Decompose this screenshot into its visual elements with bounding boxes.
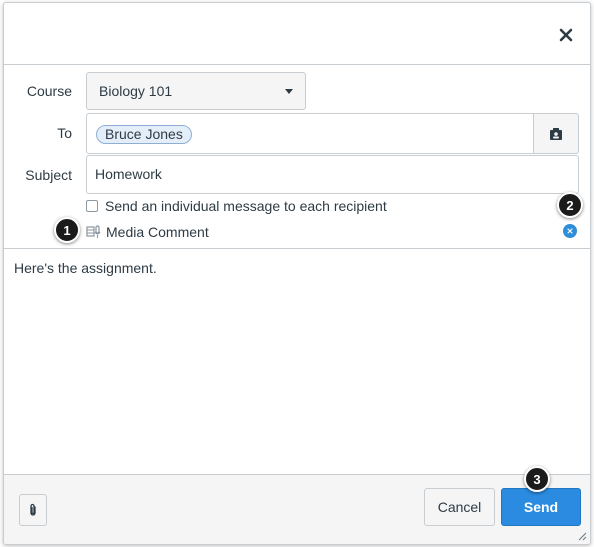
dialog-footer: Cancel Send xyxy=(4,474,590,544)
callout-badge-1: 1 xyxy=(54,217,80,243)
compose-message-dialog: Course Biology 101 To Bruce Jones Subjec… xyxy=(3,2,591,545)
to-label: To xyxy=(57,125,72,141)
individual-message-checkbox[interactable] xyxy=(86,200,98,212)
resize-grip-icon[interactable] xyxy=(577,531,587,541)
subject-input[interactable]: Homework xyxy=(86,155,579,194)
message-body[interactable]: Here's the assignment. xyxy=(14,260,157,276)
remove-x-icon xyxy=(567,228,573,234)
course-select-value: Biology 101 xyxy=(99,83,173,99)
close-icon xyxy=(559,28,573,42)
close-button[interactable] xyxy=(554,23,578,47)
recipient-token[interactable]: Bruce Jones xyxy=(96,125,192,144)
cancel-button[interactable]: Cancel xyxy=(424,488,495,526)
dialog-titlebar xyxy=(4,3,590,65)
callout-badge-3: 3 xyxy=(524,466,550,492)
address-book-icon xyxy=(550,127,562,140)
media-comment-label: Media Comment xyxy=(106,224,209,240)
paperclip-icon xyxy=(30,503,36,516)
course-select[interactable]: Biology 101 xyxy=(86,72,306,110)
individual-message-label: Send an individual message to each recip… xyxy=(105,198,387,214)
caret-down-icon xyxy=(285,89,293,94)
subject-label: Subject xyxy=(25,167,72,183)
send-button[interactable]: Send xyxy=(501,488,581,526)
address-book-button[interactable] xyxy=(533,113,579,154)
to-input[interactable]: Bruce Jones xyxy=(86,113,534,154)
divider xyxy=(4,248,590,249)
remove-media-button[interactable] xyxy=(563,224,577,238)
callout-badge-2: 2 xyxy=(557,192,583,218)
attach-file-button[interactable] xyxy=(19,494,47,526)
media-comment-icon xyxy=(86,225,101,238)
course-label: Course xyxy=(26,83,72,99)
